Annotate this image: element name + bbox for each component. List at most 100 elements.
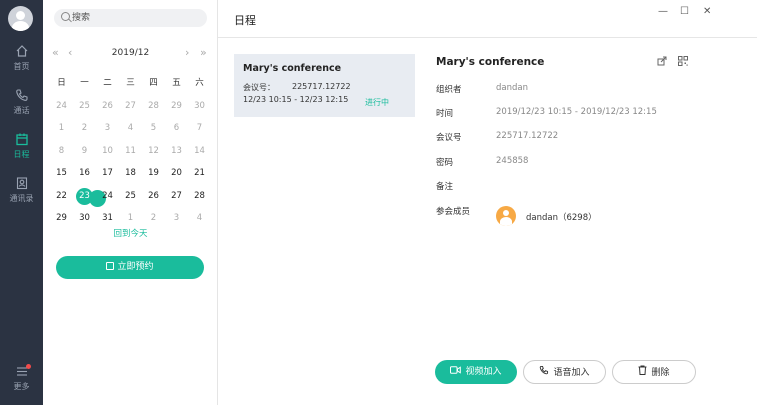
calendar-day[interactable]: 8 xyxy=(50,140,73,163)
status-badge: 进行中 xyxy=(365,98,389,107)
calendar-day[interactable]: 15 xyxy=(50,162,73,185)
calendar-day[interactable]: 28 xyxy=(188,185,211,208)
calendar-day[interactable]: 1 xyxy=(50,117,73,140)
nav-label: 日程 xyxy=(13,150,30,159)
calendar-day-today[interactable]: 23 xyxy=(73,185,106,207)
delete-button[interactable]: 删除 xyxy=(612,360,696,384)
day-number: 22 xyxy=(56,190,67,201)
calendar-day[interactable]: 20 xyxy=(165,162,188,185)
weekday-label: 日 xyxy=(57,78,66,88)
close-button[interactable]: ✕ xyxy=(703,6,711,17)
calendar-day[interactable]: 24 xyxy=(50,95,73,118)
qrcode-icon[interactable] xyxy=(678,56,688,66)
nav-item-home[interactable]: 首页 xyxy=(0,44,43,72)
trash-icon xyxy=(638,361,647,385)
day-number: 30 xyxy=(79,213,90,223)
voice-join-label: 语音加入 xyxy=(553,368,590,378)
calendar-day[interactable]: 10 xyxy=(96,140,119,163)
weekday-label: 六 xyxy=(195,78,204,88)
calendar-day[interactable]: 11 xyxy=(119,140,142,163)
calendar-day[interactable]: 24 xyxy=(96,185,119,208)
calendar-day[interactable]: 27 xyxy=(165,185,188,208)
nav-item-calls[interactable]: 通话 xyxy=(0,88,43,116)
member-avatar xyxy=(496,206,516,226)
day-number: 7 xyxy=(196,123,203,133)
weekday-label: 四 xyxy=(149,78,158,88)
calendar-day[interactable]: 4 xyxy=(119,117,142,140)
calendar-week: 8 9 10 11 12 13 14 xyxy=(50,140,211,163)
calendar-icon xyxy=(106,262,115,270)
meeting-id-value: 225717.12722 xyxy=(496,131,559,141)
maximize-button[interactable]: ☐ xyxy=(680,6,689,17)
share-icon[interactable] xyxy=(657,56,667,66)
day-number: 26 xyxy=(102,100,113,111)
day-number: 24 xyxy=(102,190,113,201)
calendar-day[interactable]: 17 xyxy=(96,162,119,185)
calendar-day[interactable]: 2 xyxy=(73,117,96,140)
calendar-day[interactable]: 5 xyxy=(142,117,165,140)
calendar-day[interactable]: 30 xyxy=(188,95,211,118)
day-number: 19 xyxy=(148,168,159,178)
calendar-day[interactable]: 26 xyxy=(96,95,119,118)
nav-item-contacts[interactable]: 通讯录 xyxy=(0,176,43,204)
calendar-day[interactable]: 13 xyxy=(165,140,188,163)
user-avatar[interactable] xyxy=(8,6,33,31)
time-value: 2019/12/23 10:15 - 2019/12/23 12:15 xyxy=(496,107,657,117)
calendar-day[interactable]: 25 xyxy=(119,185,142,208)
minimize-button[interactable]: — xyxy=(658,6,668,17)
calendar-day[interactable]: 7 xyxy=(188,117,211,140)
calendar-day[interactable]: 14 xyxy=(188,140,211,163)
day-number: 9 xyxy=(81,145,88,156)
day-number: 5 xyxy=(150,123,157,133)
book-now-label: 立即预约 xyxy=(117,262,154,272)
meeting-card-title: Mary's conference xyxy=(243,63,342,74)
voice-join-button[interactable]: 语音加入 xyxy=(523,360,606,384)
day-number: 15 xyxy=(56,168,67,178)
calendar-day[interactable]: 16 xyxy=(73,162,96,185)
book-now-button[interactable]: 立即预约 xyxy=(56,256,204,279)
day-number: 29 xyxy=(56,213,67,223)
calendar-day[interactable]: 6 xyxy=(165,117,188,140)
calendar-day[interactable]: 9 xyxy=(73,140,96,163)
nav-label: 通话 xyxy=(13,106,30,115)
next-year-button[interactable]: » xyxy=(200,46,207,60)
day-number: 1 xyxy=(58,123,65,133)
calendar-day[interactable]: 18 xyxy=(119,162,142,185)
phone-icon xyxy=(539,361,549,385)
weekday-label: 五 xyxy=(172,78,181,88)
calendar-day[interactable]: 28 xyxy=(142,95,165,118)
calendar-day[interactable]: 19 xyxy=(142,162,165,185)
home-icon xyxy=(0,44,43,60)
day-number: 4 xyxy=(196,213,203,223)
calendar-day[interactable]: 22 xyxy=(50,185,73,208)
next-month-button[interactable]: › xyxy=(185,46,189,60)
day-number: 14 xyxy=(194,145,205,156)
nav-label: 通讯录 xyxy=(9,194,34,203)
calendar-day[interactable]: 27 xyxy=(119,95,142,118)
day-number: 24 xyxy=(56,100,67,111)
nav-item-schedule[interactable]: 日程 xyxy=(0,132,43,160)
nav-item-more[interactable]: 更多 xyxy=(0,364,43,392)
calendar-day[interactable]: 29 xyxy=(165,95,188,118)
day-number: 13 xyxy=(171,145,182,156)
calendar-day[interactable]: 21 xyxy=(188,162,211,185)
search-input[interactable] xyxy=(72,10,202,26)
back-to-today-link[interactable]: 回到今天 xyxy=(43,227,218,239)
search-icon xyxy=(61,12,70,21)
meeting-card[interactable]: Mary's conference 会议号： 225717.12722 12/2… xyxy=(234,54,415,117)
video-join-button[interactable]: 视频加入 xyxy=(435,360,517,384)
day-number: 10 xyxy=(102,145,113,156)
calendar-day[interactable]: 26 xyxy=(142,185,165,208)
day-number: 29 xyxy=(171,100,182,111)
password-label: 密码 xyxy=(436,158,454,168)
calendar-day[interactable]: 25 xyxy=(73,95,96,118)
calendar-day[interactable]: 3 xyxy=(96,117,119,140)
search-box xyxy=(54,9,207,27)
meeting-id-label: 会议号 xyxy=(436,133,462,143)
page-title: 日程 xyxy=(234,14,256,27)
day-number: 28 xyxy=(194,190,205,201)
delete-label: 删除 xyxy=(651,368,670,378)
notification-dot xyxy=(26,364,31,369)
time-label: 时间 xyxy=(436,109,454,119)
calendar-day[interactable]: 12 xyxy=(142,140,165,163)
